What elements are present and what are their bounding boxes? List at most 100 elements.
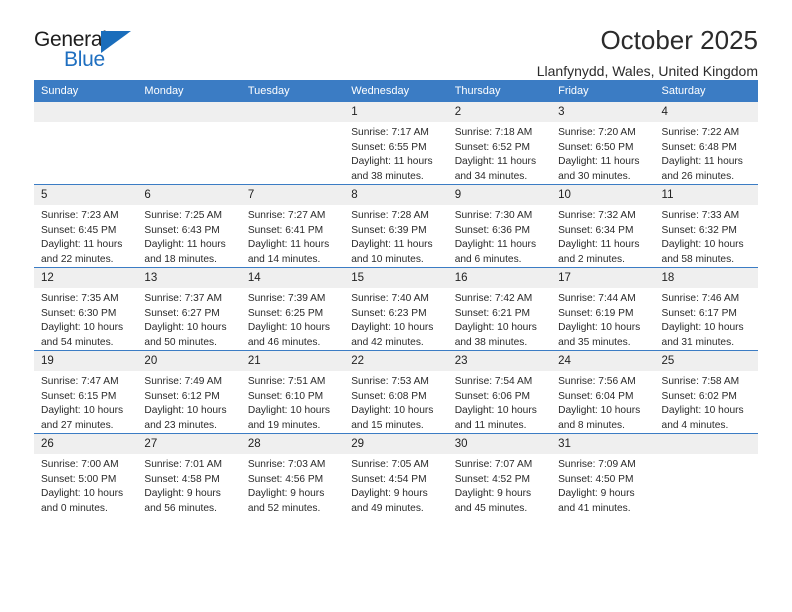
sunrise-text: Sunrise: 7:47 AM [41,376,119,388]
sunrise-text: Sunrise: 7:17 AM [351,127,429,139]
page-header: General Blue October 2025 Llanfynydd, Wa… [34,0,758,79]
sunset-text: Sunset: 6:36 PM [454,224,531,236]
daylight-text: Daylight: 11 hours and 38 minutes. [351,156,433,182]
calendar-day-cell-empty [654,433,758,516]
weekday-header-wednesday: Wednesday [344,80,448,102]
sunset-text: Sunset: 4:50 PM [558,473,634,485]
calendar-week-row: 5 Sunrise: 7:23 AM Sunset: 6:45 PM Daylight… [34,184,758,268]
day-number: 26 [34,434,138,455]
calendar-day-cell[interactable]: 30 Sunrise: 7:07 AM Sunset: 4:52 PM Dayligh… [447,433,552,516]
daylight-text: Daylight: 11 hours and 2 minutes. [558,239,640,265]
calendar-day-cell[interactable]: 16 Sunrise: 7:42 AM Sunset: 6:21 PM Dayligh… [447,267,552,351]
day-number: 27 [137,434,241,455]
calendar-day-cell[interactable]: 25 Sunrise: 7:58 AM Sunset: 6:02 PM Dayligh… [654,350,758,434]
calendar-day-cell[interactable]: 4 Sunrise: 7:22 AM Sunset: 6:48 PM Daylight… [654,102,758,185]
day-details: Sunrise: 7:01 AM Sunset: 4:58 PM Daylight:… [137,454,240,516]
calendar-day-cell[interactable]: 28 Sunrise: 7:03 AM Sunset: 4:56 PM Dayligh… [240,433,345,516]
sunrise-text: Sunrise: 7:23 AM [41,210,119,222]
calendar-day-cell[interactable]: 13 Sunrise: 7:37 AM Sunset: 6:27 PM Dayligh… [137,267,241,351]
sunrise-text: Sunrise: 7:07 AM [454,459,533,471]
daylight-text: Daylight: 11 hours and 30 minutes. [558,156,640,182]
calendar-day-cell[interactable]: 29 Sunrise: 7:05 AM Sunset: 4:54 PM Dayligh… [344,433,448,516]
day-number: 28 [240,434,345,455]
day-number: 1 [344,102,448,123]
daylight-text: Daylight: 10 hours and 19 minutes. [247,405,330,431]
sunrise-text: Sunrise: 7:22 AM [661,127,740,139]
calendar-day-cell[interactable]: 31 Sunrise: 7:09 AM Sunset: 4:50 PM Dayligh… [551,433,655,516]
weekday-header-thursday: Thursday [447,80,552,102]
day-details: Sunrise: 7:23 AM Sunset: 6:45 PM Daylight:… [34,205,137,267]
sunset-text: Sunset: 4:58 PM [144,473,220,485]
calendar-day-cell[interactable]: 12 Sunrise: 7:35 AM Sunset: 6:30 PM Dayligh… [34,267,138,351]
sunrise-text: Sunrise: 7:20 AM [558,127,636,139]
sunset-text: Sunset: 6:25 PM [247,307,324,319]
sunrise-text: Sunrise: 7:05 AM [351,459,429,471]
calendar-day-cell[interactable]: 10 Sunrise: 7:32 AM Sunset: 6:34 PM Dayligh… [551,184,655,268]
day-details: Sunrise: 7:33 AM Sunset: 6:32 PM Daylight:… [655,205,758,267]
day-number: 16 [447,268,552,289]
sunrise-text: Sunrise: 7:18 AM [454,127,533,139]
calendar-day-cell[interactable]: 18 Sunrise: 7:46 AM Sunset: 6:17 PM Dayligh… [654,267,758,351]
sunrise-text: Sunrise: 7:58 AM [661,376,740,388]
day-details: Sunrise: 7:47 AM Sunset: 6:15 PM Daylight:… [34,371,137,433]
calendar-day-cell[interactable]: 11 Sunrise: 7:33 AM Sunset: 6:32 PM Dayligh… [654,184,758,268]
calendar-day-cell[interactable]: 21 Sunrise: 7:51 AM Sunset: 6:10 PM Dayligh… [240,350,345,434]
calendar-day-cell[interactable]: 1 Sunrise: 7:17 AM Sunset: 6:55 PM Daylight… [344,102,448,185]
day-details: Sunrise: 7:07 AM Sunset: 4:52 PM Daylight:… [448,454,551,516]
daylight-text: Daylight: 10 hours and 31 minutes. [661,322,744,348]
weekday-header-sunday: Sunday [34,80,138,102]
calendar-day-cell[interactable]: 19 Sunrise: 7:47 AM Sunset: 6:15 PM Dayligh… [34,350,138,434]
calendar-day-cell[interactable]: 15 Sunrise: 7:40 AM Sunset: 6:23 PM Dayligh… [344,267,448,351]
daylight-text: Daylight: 10 hours and 58 minutes. [661,239,744,265]
day-details: Sunrise: 7:30 AM Sunset: 6:36 PM Daylight:… [448,205,551,267]
day-details: Sunrise: 7:58 AM Sunset: 6:02 PM Daylight:… [655,371,758,433]
daylight-text: Daylight: 9 hours and 49 minutes. [351,488,428,514]
day-number: 12 [34,268,138,289]
calendar-day-cell[interactable]: 8 Sunrise: 7:28 AM Sunset: 6:39 PM Daylight… [344,184,448,268]
daylight-text: Daylight: 11 hours and 34 minutes. [454,156,537,182]
calendar-day-cell[interactable]: 17 Sunrise: 7:44 AM Sunset: 6:19 PM Dayligh… [551,267,655,351]
day-number: 21 [240,351,345,372]
brand-logo[interactable]: General Blue [34,26,154,74]
calendar-day-cell[interactable]: 20 Sunrise: 7:49 AM Sunset: 6:12 PM Dayligh… [137,350,241,434]
day-number: 23 [447,351,552,372]
daylight-text: Daylight: 10 hours and 4 minutes. [661,405,744,431]
calendar-day-cell[interactable]: 23 Sunrise: 7:54 AM Sunset: 6:06 PM Dayligh… [447,350,552,434]
calendar-day-cell[interactable]: 6 Sunrise: 7:25 AM Sunset: 6:43 PM Daylight… [137,184,241,268]
sunrise-text: Sunrise: 7:33 AM [661,210,740,222]
sunset-text: Sunset: 6:10 PM [247,390,324,402]
sunset-text: Sunset: 6:30 PM [41,307,117,319]
day-number [137,102,241,122]
day-number [34,102,138,122]
sunrise-text: Sunrise: 7:39 AM [247,293,326,305]
day-details: Sunrise: 7:27 AM Sunset: 6:41 PM Daylight:… [241,205,344,267]
calendar-day-cell[interactable]: 5 Sunrise: 7:23 AM Sunset: 6:45 PM Daylight… [34,184,138,268]
calendar-week-row: 26 Sunrise: 7:00 AM Sunset: 5:00 PM Dayligh… [34,433,758,516]
calendar-day-cell[interactable]: 2 Sunrise: 7:18 AM Sunset: 6:52 PM Daylight… [447,102,552,185]
sunrise-text: Sunrise: 7:01 AM [144,459,223,471]
day-details: Sunrise: 7:54 AM Sunset: 6:06 PM Daylight:… [448,371,551,433]
day-number: 17 [551,268,655,289]
day-number: 2 [447,102,552,123]
sunrise-text: Sunrise: 7:35 AM [41,293,119,305]
calendar-day-cell[interactable]: 27 Sunrise: 7:01 AM Sunset: 4:58 PM Dayligh… [137,433,241,516]
calendar-day-cell[interactable]: 22 Sunrise: 7:53 AM Sunset: 6:08 PM Dayligh… [344,350,448,434]
day-number: 15 [344,268,448,289]
triangle-flag-icon [101,31,131,53]
day-details: Sunrise: 7:25 AM Sunset: 6:43 PM Daylight:… [137,205,240,267]
day-details: Sunrise: 7:37 AM Sunset: 6:27 PM Daylight:… [137,288,240,350]
day-number: 22 [344,351,448,372]
calendar-day-cell[interactable]: 9 Sunrise: 7:30 AM Sunset: 6:36 PM Daylight… [447,184,552,268]
day-details: Sunrise: 7:51 AM Sunset: 6:10 PM Daylight:… [241,371,344,433]
day-number: 19 [34,351,138,372]
calendar-day-cell[interactable]: 14 Sunrise: 7:39 AM Sunset: 6:25 PM Dayligh… [240,267,345,351]
sunset-text: Sunset: 4:56 PM [247,473,324,485]
calendar-day-cell[interactable]: 26 Sunrise: 7:00 AM Sunset: 5:00 PM Dayligh… [34,433,138,516]
daylight-text: Daylight: 10 hours and 54 minutes. [41,322,124,348]
calendar-day-cell[interactable]: 3 Sunrise: 7:20 AM Sunset: 6:50 PM Daylight… [551,102,655,185]
calendar-day-cell[interactable]: 7 Sunrise: 7:27 AM Sunset: 6:41 PM Daylight… [240,184,345,268]
calendar-day-cell[interactable]: 24 Sunrise: 7:56 AM Sunset: 6:04 PM Dayligh… [551,350,655,434]
weekday-header-friday: Friday [551,80,655,102]
calendar-page: General Blue October 2025 Llanfynydd, Wa… [0,0,792,612]
daylight-text: Daylight: 10 hours and 15 minutes. [351,405,434,431]
